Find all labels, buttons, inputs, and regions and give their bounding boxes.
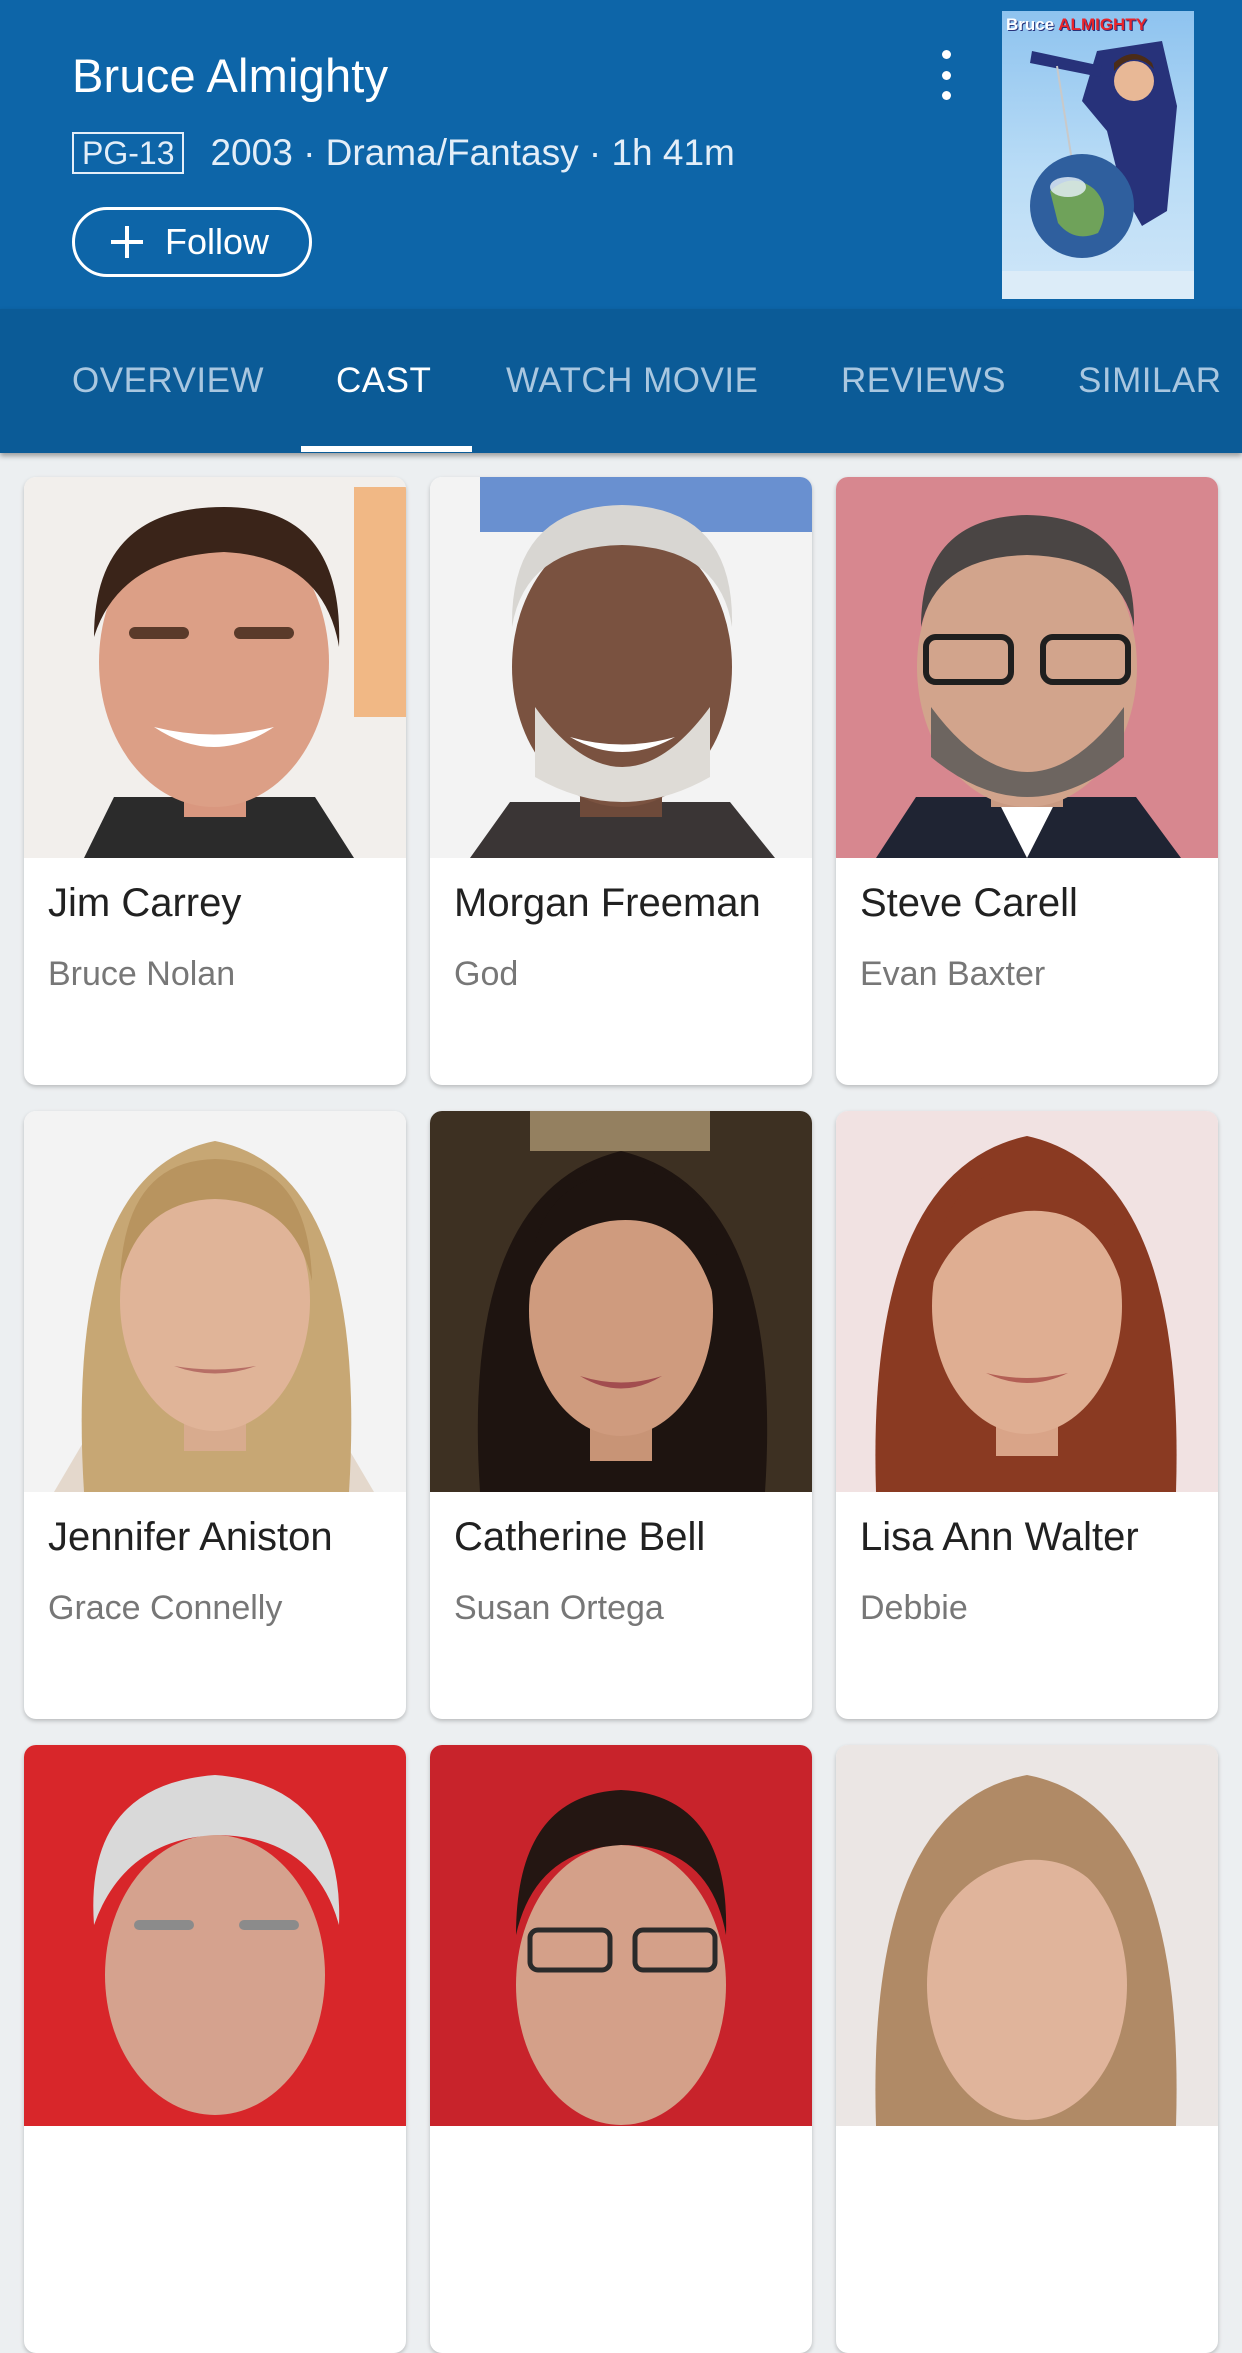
character-name: God (454, 955, 519, 993)
cast-photo (836, 1111, 1218, 1492)
cast-photo (836, 1745, 1218, 2126)
character-name: Susan Ortega (454, 1589, 664, 1627)
cast-card[interactable]: Catherine Bell Susan Ortega (430, 1111, 812, 1719)
active-tab-indicator (301, 446, 472, 452)
cast-photo (836, 477, 1218, 858)
actor-name: Catherine Bell (454, 1515, 706, 1559)
actor-name: Morgan Freeman (454, 881, 761, 925)
tab-watch-movie[interactable]: WATCH MOVIE (506, 309, 758, 453)
follow-button[interactable]: Follow (72, 207, 312, 277)
cast-card[interactable]: Lisa Ann Walter Debbie (836, 1111, 1218, 1719)
character-name: Debbie (860, 1589, 968, 1627)
cast-card[interactable] (24, 1745, 406, 2353)
movie-poster[interactable]: Bruce ALMIGHTY (1002, 11, 1194, 299)
cast-card[interactable]: Jim Carrey Bruce Nolan (24, 477, 406, 1085)
movie-header: Bruce Almighty PG-13 2003 · Drama/Fantas… (0, 0, 1242, 309)
cast-card[interactable]: Steve Carell Evan Baxter (836, 477, 1218, 1085)
character-name: Bruce Nolan (48, 955, 236, 993)
cast-photo (430, 1745, 812, 2126)
cast-card[interactable]: Jennifer Aniston Grace Connelly (24, 1111, 406, 1719)
follow-label: Follow (165, 221, 270, 262)
actor-name: Jim Carrey (48, 881, 242, 925)
actor-name: Jennifer Aniston (48, 1515, 333, 1559)
cast-photo (430, 1111, 812, 1492)
actor-name: Steve Carell (860, 881, 1078, 925)
tab-reviews[interactable]: REVIEWS (841, 309, 1006, 453)
cast-photo (24, 1111, 406, 1492)
movie-meta-text: 2003 · Drama/Fantasy · 1h 41m (210, 132, 735, 173)
tab-overview[interactable]: OVERVIEW (72, 309, 264, 453)
poster-title-bruce: Bruce (1006, 15, 1055, 34)
tab-bar: OVERVIEW CAST WATCH MOVIE REVIEWS SIMILA… (0, 309, 1242, 453)
cast-card[interactable]: Morgan Freeman God (430, 477, 812, 1085)
character-name: Grace Connelly (48, 1589, 283, 1627)
rating-badge: PG-13 (72, 132, 185, 174)
actor-name: Lisa Ann Walter (860, 1515, 1139, 1559)
character-name: Evan Baxter (860, 955, 1046, 993)
cast-photo (24, 477, 406, 858)
poster-artwork (1002, 41, 1194, 299)
tab-similar[interactable]: SIMILAR (1078, 309, 1222, 453)
cast-card[interactable] (836, 1745, 1218, 2353)
cast-photo (430, 477, 812, 858)
cast-card[interactable] (430, 1745, 812, 2353)
poster-title: Bruce ALMIGHTY (1006, 15, 1147, 35)
tab-cast[interactable]: CAST (336, 309, 431, 453)
poster-title-almighty: ALMIGHTY (1058, 15, 1148, 34)
movie-meta-row: PG-13 2003 · Drama/Fantasy · 1h 41m (72, 132, 735, 174)
plus-icon (111, 226, 143, 258)
movie-title: Bruce Almighty (72, 49, 389, 102)
cast-photo (24, 1745, 406, 2126)
more-options-icon[interactable] (930, 50, 962, 100)
